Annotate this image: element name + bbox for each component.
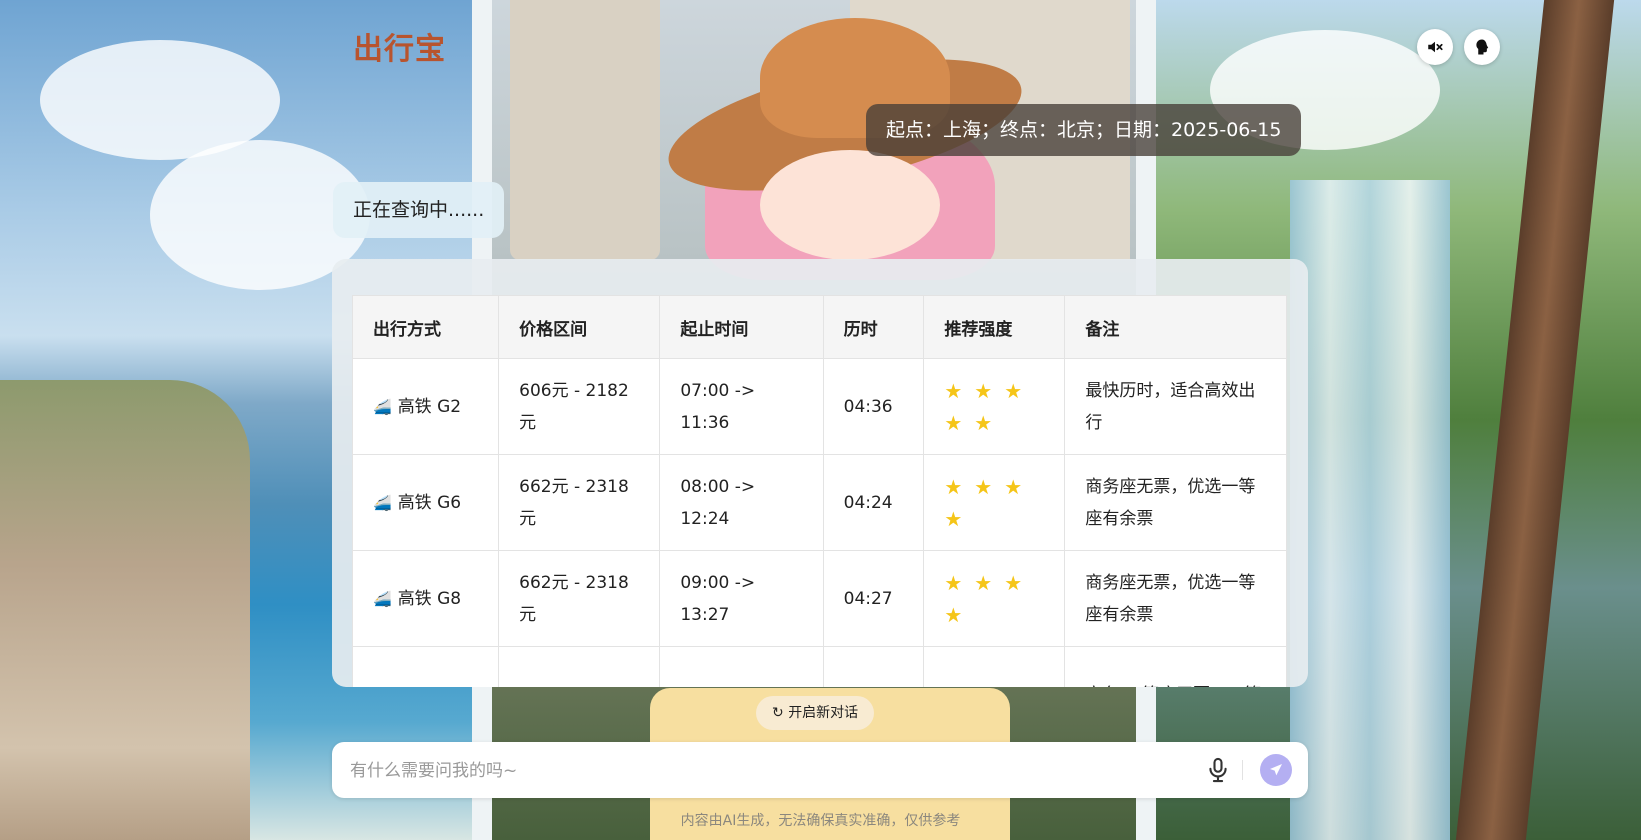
head-profile-icon bbox=[1476, 39, 1489, 55]
new-chat-button[interactable]: ↻ 开启新对话 bbox=[756, 696, 875, 730]
mute-button[interactable] bbox=[1417, 29, 1453, 65]
cell-note: 商务座无票，优选一等座有余票 bbox=[1064, 454, 1287, 551]
train-icon: 🚄 bbox=[373, 397, 392, 416]
bot-status-bubble: 正在查询中...... bbox=[333, 182, 505, 238]
cell-duration bbox=[822, 646, 925, 687]
header-time: 起止时间 bbox=[659, 295, 824, 359]
header-price: 价格区间 bbox=[498, 295, 661, 359]
travel-options-table: 出行方式 价格区间 起止时间 历时 推荐强度 备注 🚄 高铁 G2 606元 - … bbox=[351, 295, 1287, 688]
header-duration: 历时 bbox=[822, 295, 925, 359]
app-title: 出行宝 bbox=[353, 32, 446, 67]
send-arrow-icon bbox=[1270, 764, 1282, 776]
mode-label: 高铁 G6 bbox=[397, 492, 462, 513]
send-button[interactable] bbox=[1260, 754, 1292, 786]
user-message-bubble: 起点：上海；终点：北京；日期：2025-06-15 bbox=[866, 104, 1302, 156]
character-face bbox=[760, 150, 940, 260]
cell-duration: 04:27 bbox=[822, 550, 925, 647]
message-input[interactable] bbox=[348, 742, 1172, 800]
cell-time bbox=[659, 646, 824, 687]
cell-mode: 🚄 高铁 G6 bbox=[351, 454, 500, 551]
chat-input-bar bbox=[332, 742, 1308, 800]
table-row: 🚄 高铁 G6 662元 - 2318元 08:00 -> 12:24 04:24… bbox=[351, 454, 1287, 551]
star-rating: ★★★★ bbox=[944, 570, 1035, 627]
table-header-row: 出行方式 价格区间 起止时间 历时 推荐强度 备注 bbox=[351, 295, 1287, 359]
cell-time: 09:00 -> 13:27 bbox=[659, 550, 824, 647]
cell-rating: ★★★ bbox=[923, 646, 1066, 688]
table-row: ★★★ 商务/一等座无票，二等 bbox=[351, 646, 1287, 688]
cell-duration: 04:24 bbox=[822, 454, 925, 551]
cell-time: 08:00 -> 12:24 bbox=[659, 454, 824, 551]
castle-tower-shape bbox=[510, 0, 660, 260]
cell-note: 商务座无票，优选一等座有余票 bbox=[1064, 550, 1287, 647]
waterfall-shape bbox=[1290, 180, 1450, 840]
train-icon: 🚄 bbox=[373, 589, 392, 608]
refresh-icon: ↻ bbox=[772, 705, 784, 721]
header-note: 备注 bbox=[1064, 295, 1287, 359]
star-rating: ★★★ bbox=[944, 679, 1044, 688]
cell-mode: 🚄 高铁 G8 bbox=[351, 550, 500, 647]
cell-price: 606元 - 2182元 bbox=[498, 358, 661, 455]
voice-mode-button[interactable] bbox=[1464, 29, 1500, 65]
result-card: 出行方式 价格区间 起止时间 历时 推荐强度 备注 🚄 高铁 G2 606元 - … bbox=[332, 259, 1308, 687]
mode-label: 高铁 G2 bbox=[397, 396, 462, 417]
cell-price bbox=[498, 646, 661, 687]
speaker-muted-icon bbox=[1428, 41, 1443, 53]
microphone-icon[interactable] bbox=[1204, 756, 1232, 784]
mode-label: 高铁 G8 bbox=[397, 588, 462, 609]
cell-price: 662元 - 2318元 bbox=[498, 550, 661, 647]
header-rating: 推荐强度 bbox=[923, 295, 1066, 359]
cliff-shape bbox=[0, 380, 250, 840]
train-icon: 🚄 bbox=[373, 493, 392, 512]
cell-note: 商务/一等座无票，二等 bbox=[1064, 646, 1287, 687]
cell-note: 最快历时，适合高效出行 bbox=[1064, 358, 1287, 455]
table-row: 🚄 高铁 G2 606元 - 2182元 07:00 -> 11:36 04:36… bbox=[351, 358, 1287, 455]
cell-mode: 🚄 高铁 G2 bbox=[351, 358, 500, 455]
table-row: 🚄 高铁 G8 662元 - 2318元 09:00 -> 13:27 04:27… bbox=[351, 550, 1287, 647]
new-chat-label: 开启新对话 bbox=[788, 705, 859, 721]
star-rating: ★★★★★ bbox=[944, 378, 1035, 435]
star-rating: ★★★★ bbox=[944, 474, 1035, 531]
ai-disclaimer: 内容由AI生成，无法确保真实准确，仅供参考 bbox=[680, 813, 961, 829]
cell-rating: ★★★★ bbox=[923, 550, 1066, 647]
cell-time: 07:00 -> 11:36 bbox=[659, 358, 824, 455]
cell-rating: ★★★★ bbox=[923, 454, 1066, 551]
cell-duration: 04:36 bbox=[822, 358, 925, 455]
header-mode: 出行方式 bbox=[351, 295, 500, 359]
cell-mode bbox=[351, 646, 500, 687]
cell-price: 662元 - 2318元 bbox=[498, 454, 661, 551]
cell-rating: ★★★★★ bbox=[923, 358, 1066, 455]
input-divider bbox=[1242, 760, 1243, 780]
